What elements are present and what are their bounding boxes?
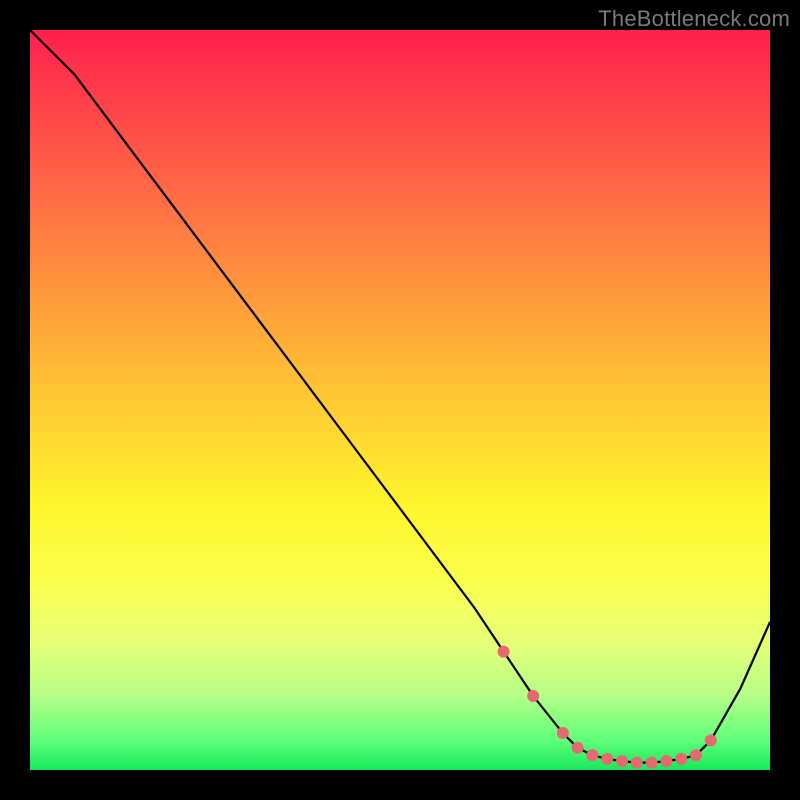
marker-dot	[705, 735, 716, 746]
curve-svg	[30, 30, 770, 770]
marker-dot	[646, 757, 657, 768]
marker-dot	[661, 756, 672, 767]
marker-dot	[631, 757, 642, 768]
marker-dot	[602, 753, 613, 764]
marker-dot	[557, 728, 568, 739]
marker-dot	[528, 691, 539, 702]
marker-group	[498, 646, 716, 768]
marker-dot	[676, 753, 687, 764]
marker-dot	[617, 756, 628, 767]
marker-dot	[691, 750, 702, 761]
plot-area	[30, 30, 770, 770]
watermark-text: TheBottleneck.com	[598, 6, 790, 32]
marker-dot	[587, 750, 598, 761]
marker-dot	[498, 646, 509, 657]
marker-dot	[572, 742, 583, 753]
curve-path	[30, 30, 770, 763]
chart-frame: TheBottleneck.com	[0, 0, 800, 800]
